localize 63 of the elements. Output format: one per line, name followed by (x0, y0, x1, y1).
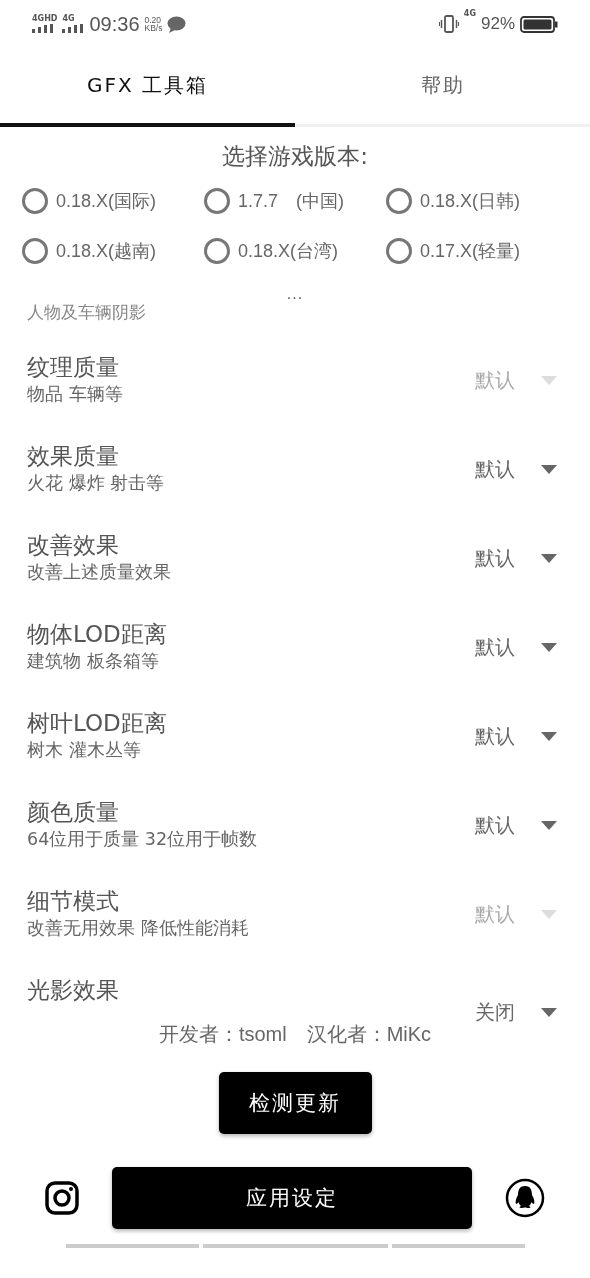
setting-description: 64位用于质量 32位用于帧数 (27, 828, 258, 851)
radio-button[interactable] (386, 238, 412, 264)
setting-name: 细节模式 (27, 887, 120, 916)
setting-name: 树叶LOD距离 (27, 709, 167, 738)
battery-icon (520, 15, 558, 33)
setting-name: 颜色质量 (27, 798, 120, 827)
credits-text: 开发者：tsoml 汉化者：MiKc (157, 1022, 433, 1047)
option-label[interactable]: 0.17.X(轻量) (420, 239, 521, 263)
apply-button[interactable]: 应用设定 (112, 1167, 472, 1229)
section-title: 选择游戏版本: (222, 142, 368, 171)
setting-name: 物体LOD距离 (27, 620, 167, 649)
setting-description: 物品 车辆等 (27, 383, 123, 406)
caret-icon (541, 821, 557, 830)
option-label[interactable]: 0.18.X(日韩) (420, 189, 521, 213)
clock: 09:36 (89, 12, 140, 36)
setting-name: 效果质量 (27, 442, 120, 471)
setting-description: 人物及车辆阴影 (27, 302, 146, 322)
signal-icon (62, 24, 85, 33)
radio-button[interactable] (386, 188, 412, 214)
setting-description: 火花 爆炸 射击等 (27, 472, 165, 495)
setting-description: 改善上述质量效果 (27, 561, 171, 584)
check-update-button[interactable]: 检测更新 (218, 1072, 372, 1134)
dropdown[interactable]: 默认 (475, 723, 563, 750)
setting-name: 纹理质量 (27, 353, 120, 382)
setting-description: 改善无用效果 降低性能消耗 (27, 917, 249, 940)
option-label[interactable]: 0.18.X(国际) (56, 189, 157, 213)
network-label: 4GHD (32, 15, 58, 23)
more-indicator[interactable]: ... (286, 286, 304, 302)
dropdown[interactable]: 默认 (475, 634, 563, 661)
dropdown[interactable]: 默认 (475, 812, 563, 839)
vibrate-icon (438, 15, 459, 33)
option-label[interactable]: 0.18.X(越南) (56, 239, 157, 263)
speed-unit: KB/s (144, 24, 163, 33)
tab[interactable]: GFX 工具箱 (0, 48, 295, 127)
setting-name: 改善效果 (27, 531, 120, 560)
option-label[interactable]: 1.7.7 (中国) (238, 189, 345, 213)
caret-icon (541, 643, 557, 652)
setting-name: 光影效果 (27, 976, 119, 1005)
penguin-icon[interactable] (505, 1178, 545, 1218)
radio-button[interactable] (204, 238, 230, 264)
caret-icon (541, 732, 557, 741)
dropdown[interactable]: 默认 (475, 545, 563, 572)
caret-icon (541, 376, 557, 385)
option-label[interactable]: 0.18.X(台湾) (238, 239, 339, 263)
caret-icon (541, 554, 557, 563)
speed-value: 0.20 (144, 15, 163, 24)
chat-bubble-icon (167, 15, 187, 33)
dropdown[interactable]: 关闭 (475, 999, 563, 1026)
radio-button[interactable] (22, 238, 48, 264)
setting-description: 建筑物 板条箱等 (27, 650, 160, 673)
dropdown[interactable]: 默认 (475, 456, 563, 483)
battery-percent: 92% (480, 14, 515, 34)
signal-icon (32, 24, 54, 33)
caret-icon (541, 465, 557, 474)
radio-button[interactable] (204, 188, 230, 214)
camera-icon[interactable] (45, 1181, 79, 1215)
radio-button[interactable] (22, 188, 48, 214)
caret-icon (541, 910, 557, 919)
network-label: 4G (463, 10, 476, 18)
tab[interactable]: 帮助 (295, 48, 590, 127)
setting-description: 树木 灌木丛等 (27, 739, 142, 762)
network-label: 4G (62, 15, 75, 23)
caret-icon (541, 1008, 557, 1017)
